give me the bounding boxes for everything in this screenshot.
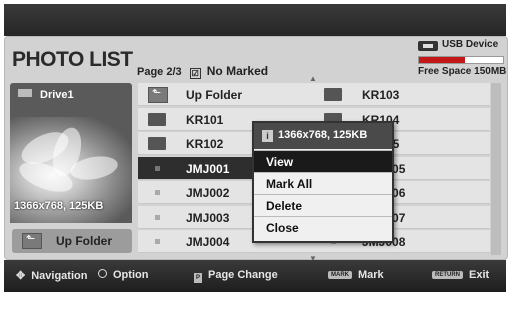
drive-icon bbox=[18, 89, 32, 97]
folder-icon bbox=[148, 137, 166, 150]
menu-item-close[interactable]: Close bbox=[254, 216, 392, 239]
navigation-icon: ✥ bbox=[16, 270, 26, 282]
photo-list-screen: PHOTO LIST Page 2/3 ☑ No Marked USB Devi… bbox=[0, 0, 510, 312]
drive-label: Drive1 bbox=[18, 89, 74, 101]
hint-mark: MARK Mark bbox=[328, 269, 384, 281]
photo-file-icon bbox=[155, 165, 160, 171]
page-key-icon: P bbox=[194, 273, 202, 283]
list-item-label: KR102 bbox=[186, 137, 224, 151]
key-guide-bar: ✥ Navigation Option P Page Change MARK Mark… bbox=[4, 260, 506, 292]
photo-file-icon bbox=[155, 239, 160, 244]
menu-item-delete[interactable]: Delete bbox=[254, 194, 392, 217]
list-item-label: JMJ003 bbox=[186, 210, 230, 225]
page-title: PHOTO LIST bbox=[12, 48, 133, 71]
scroll-up-arrow-icon[interactable]: ▲ bbox=[309, 74, 317, 83]
page-number: Page 2/3 bbox=[137, 66, 182, 78]
up-folder-button-label: Up Folder bbox=[56, 234, 112, 248]
hint-navigation: ✥ Navigation bbox=[16, 270, 88, 282]
drive-name: Drive1 bbox=[40, 89, 74, 101]
checkbox-icon: ☑ bbox=[189, 68, 201, 79]
list-item-label: KR103 bbox=[362, 88, 400, 102]
list-item-up-folder[interactable]: Up Folder bbox=[138, 83, 314, 106]
hint-page-change: P Page Change bbox=[194, 269, 278, 283]
photo-file-icon bbox=[155, 190, 160, 195]
thumbnail-resolution: 1366x768, 125KB bbox=[14, 200, 104, 212]
hint-option: Option bbox=[96, 269, 148, 281]
popup-file-info: 1366x768, 125KB bbox=[278, 129, 368, 141]
up-folder-button[interactable]: Up Folder bbox=[12, 229, 132, 253]
list-item-label: JMJ002 bbox=[186, 186, 230, 200]
list-item-label: JMJ004 bbox=[186, 235, 230, 249]
free-space-label: Free Space 150MB bbox=[418, 66, 507, 77]
folder-icon bbox=[324, 88, 342, 101]
up-folder-icon bbox=[148, 86, 168, 103]
page-indicator: Page 2/3 ☑ No Marked bbox=[137, 64, 268, 79]
list-item-label: Up Folder bbox=[186, 88, 242, 102]
usb-icon bbox=[418, 41, 438, 51]
folder-icon bbox=[148, 112, 166, 126]
mark-status: No Marked bbox=[206, 64, 269, 78]
storage-bar bbox=[418, 56, 504, 64]
usb-device-label: USB Device bbox=[442, 39, 499, 50]
menu-item-view[interactable]: View bbox=[254, 150, 392, 173]
photo-file-icon bbox=[155, 214, 160, 220]
preview-panel: Drive1 1366x768, 125KB bbox=[10, 83, 132, 223]
info-icon: i bbox=[262, 130, 273, 142]
usb-device-info: USB Device Free Space 150MB bbox=[418, 39, 507, 79]
popup-header: i 1366x768, 125KB bbox=[254, 123, 392, 149]
list-item-label: KR101 bbox=[186, 112, 224, 127]
folder-item[interactable]: KR103 bbox=[314, 83, 490, 106]
option-icon bbox=[98, 269, 107, 278]
list-item-label: JMJ001 bbox=[186, 161, 230, 176]
up-folder-icon bbox=[22, 232, 42, 249]
return-key-icon: RETURN bbox=[432, 271, 463, 279]
menu-item-mark-all[interactable]: Mark All bbox=[254, 172, 392, 195]
storage-bar-fill bbox=[419, 57, 466, 63]
hint-exit: RETURN Exit bbox=[432, 269, 489, 281]
mark-key-icon: MARK bbox=[328, 271, 352, 279]
scrollbar[interactable] bbox=[491, 83, 501, 255]
option-popup-menu: i 1366x768, 125KB View Mark All Delete C… bbox=[252, 121, 394, 243]
top-band bbox=[4, 4, 506, 36]
